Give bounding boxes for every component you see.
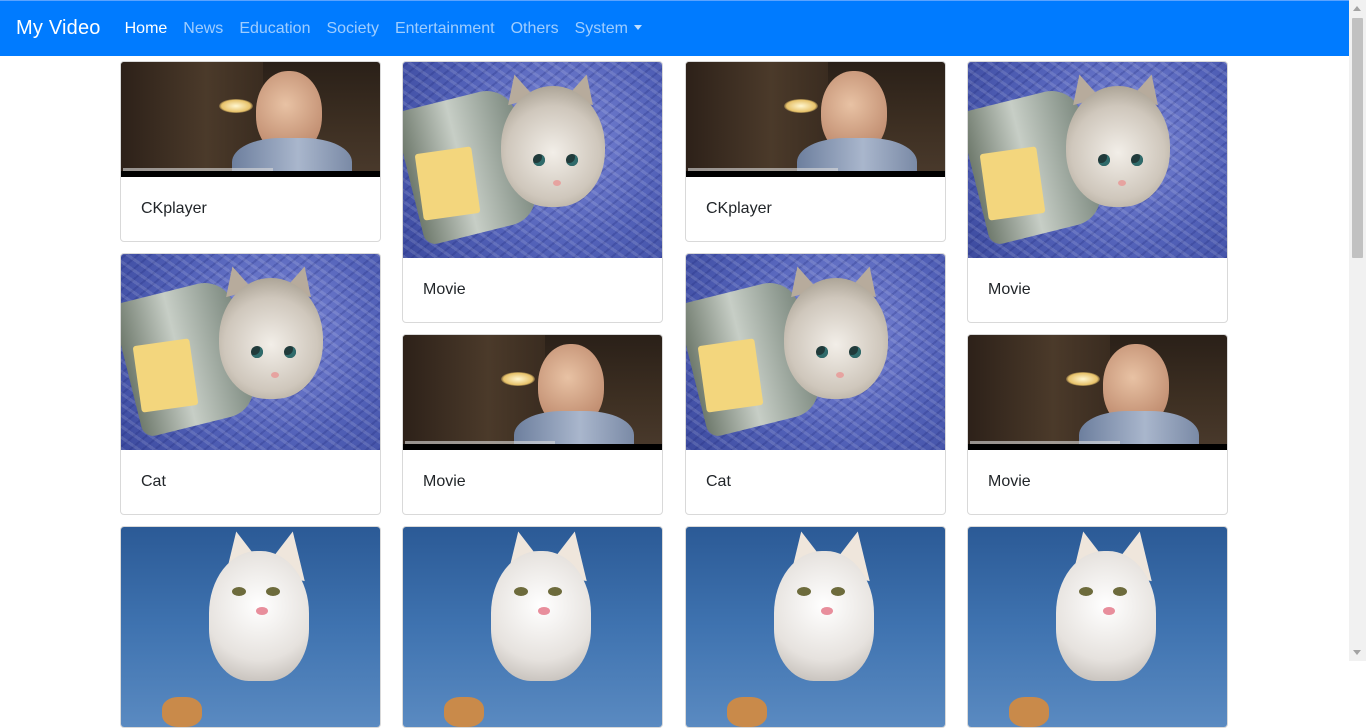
video-title[interactable]: Movie — [423, 473, 466, 491]
video-card[interactable] — [685, 526, 946, 728]
nav-education[interactable]: Education — [239, 20, 310, 38]
video-thumbnail[interactable] — [403, 335, 662, 450]
video-thumbnail[interactable] — [968, 335, 1227, 450]
video-thumbnail[interactable] — [968, 527, 1227, 727]
nav-others[interactable]: Others — [511, 20, 559, 38]
video-card[interactable]: Movie — [967, 334, 1228, 515]
video-title[interactable]: Movie — [988, 281, 1031, 299]
video-title[interactable]: Movie — [423, 281, 466, 299]
video-title[interactable]: CKplayer — [706, 200, 772, 218]
video-card[interactable]: Cat — [120, 253, 381, 515]
video-card[interactable]: CKplayer — [685, 61, 946, 242]
scroll-up-arrow-icon[interactable] — [1353, 6, 1361, 11]
video-thumbnail[interactable] — [968, 62, 1227, 258]
scroll-down-arrow-icon[interactable] — [1353, 650, 1361, 655]
video-thumbnail[interactable] — [686, 254, 945, 450]
top-navbar: My Video Home News Education Society Ent… — [0, 0, 1349, 56]
video-thumbnail[interactable] — [686, 62, 945, 177]
video-card[interactable] — [967, 526, 1228, 728]
nav-society[interactable]: Society — [326, 20, 378, 38]
nav-entertainment[interactable]: Entertainment — [395, 20, 495, 38]
scrollbar-thumb[interactable] — [1352, 18, 1363, 258]
nav-news[interactable]: News — [183, 20, 223, 38]
video-thumbnail[interactable] — [686, 527, 945, 727]
video-thumbnail[interactable] — [121, 527, 380, 727]
video-card[interactable]: Movie — [402, 334, 663, 515]
caret-down-icon — [633, 24, 642, 30]
video-card[interactable]: Movie — [967, 61, 1228, 323]
nav-system-label: System — [574, 19, 628, 37]
video-thumbnail[interactable] — [403, 527, 662, 727]
brand-logo[interactable]: My Video — [16, 17, 101, 40]
nav-system-dropdown[interactable]: System — [575, 20, 642, 38]
vertical-scrollbar[interactable] — [1349, 0, 1366, 661]
video-title[interactable]: Cat — [706, 473, 731, 491]
video-thumbnail[interactable] — [121, 62, 380, 177]
video-card[interactable]: Movie — [402, 61, 663, 323]
video-card[interactable] — [402, 526, 663, 728]
video-card[interactable]: CKplayer — [120, 61, 381, 242]
video-title[interactable]: Cat — [141, 473, 166, 491]
nav-home[interactable]: Home — [125, 20, 168, 38]
video-card[interactable] — [120, 526, 381, 728]
video-thumbnail[interactable] — [403, 62, 662, 258]
video-title[interactable]: CKplayer — [141, 200, 207, 218]
video-title[interactable]: Movie — [988, 473, 1031, 491]
video-card[interactable]: Cat — [685, 253, 946, 515]
video-thumbnail[interactable] — [121, 254, 380, 450]
